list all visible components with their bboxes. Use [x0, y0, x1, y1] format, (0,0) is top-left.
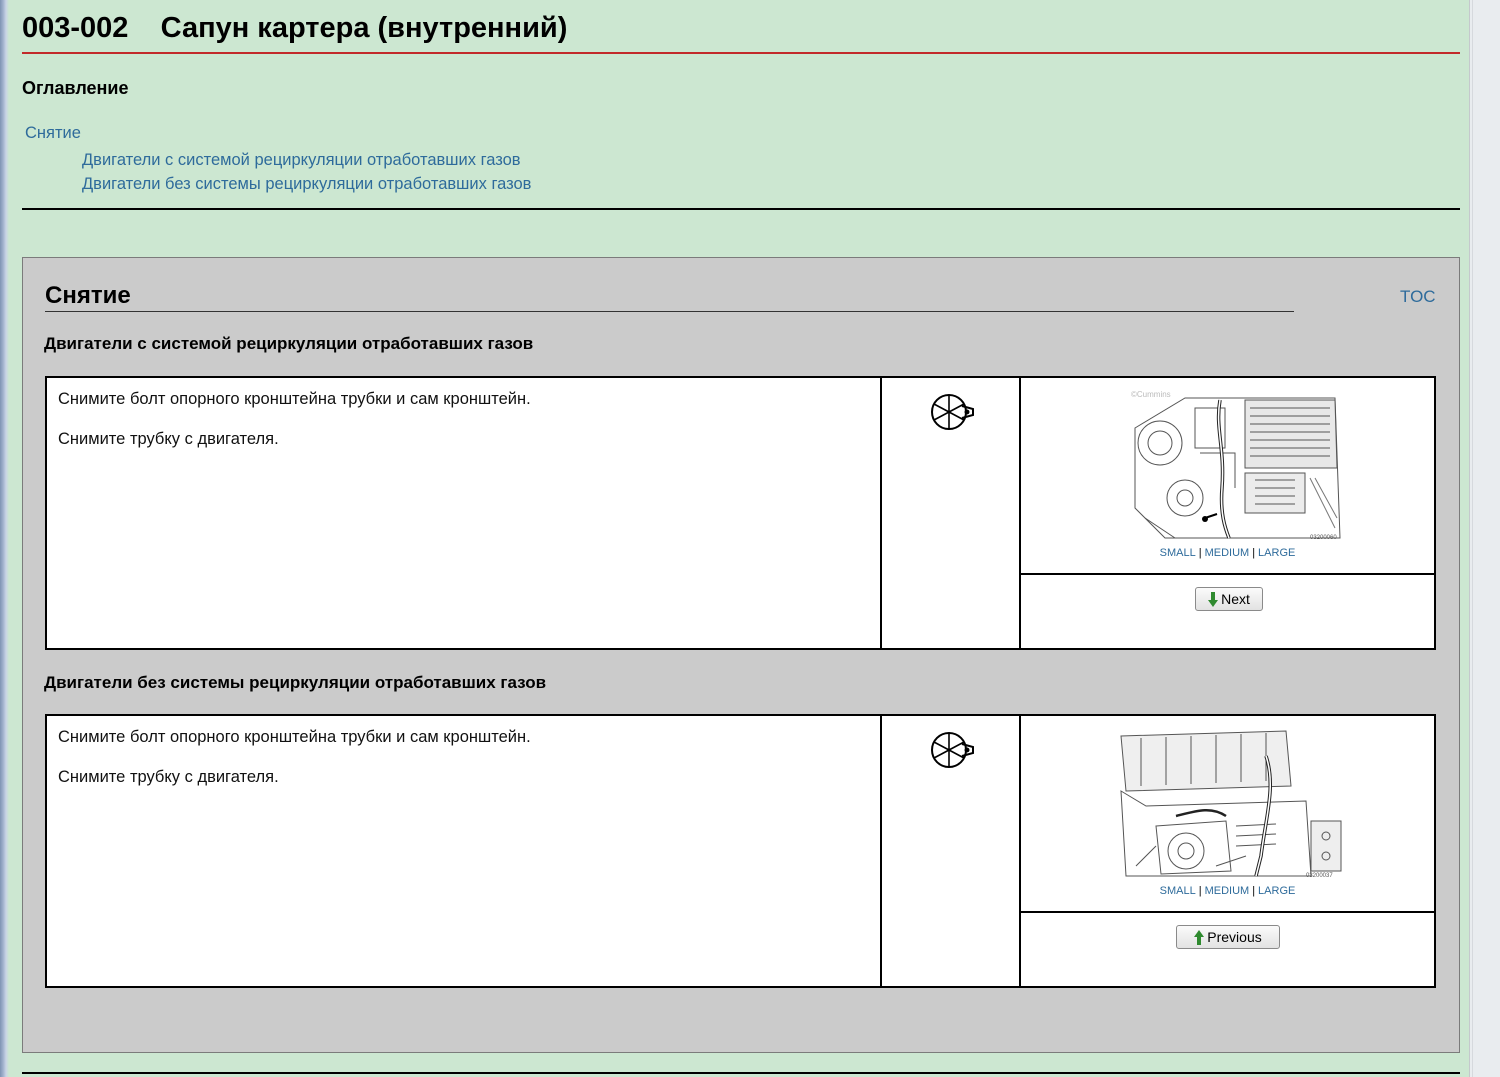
section-title-divider: [45, 311, 1294, 312]
toc-return-link[interactable]: TOC: [1400, 287, 1436, 307]
toc-link-removal[interactable]: Снятие: [25, 124, 81, 143]
wrench-socket-icon: [931, 732, 974, 768]
step-text-cell: Снимите болт опорного кронштейна трубки …: [47, 378, 882, 648]
vertical-scrollbar[interactable]: [1469, 0, 1500, 1077]
toc-link-non-egr-engines[interactable]: Двигатели без системы рециркуляции отраб…: [82, 175, 531, 194]
step-table-non-egr: Снимите болт опорного кронштейна трубки …: [45, 714, 1436, 988]
navigation-cell: Next: [1021, 575, 1434, 648]
step-instruction: Снимите болт опорного кронштейна трубки …: [58, 728, 531, 746]
previous-button-label: Previous: [1207, 929, 1262, 945]
scrollbar-track: [1472, 0, 1473, 1077]
tool-icon-cell: [882, 378, 1021, 648]
bottom-divider: [22, 1072, 1460, 1074]
image-column: 03200037 SMALL | MEDIUM | LARGE Previous: [1021, 716, 1434, 986]
step-instruction: Снимите трубку с двигателя.: [58, 768, 279, 786]
navigation-cell: Previous: [1021, 913, 1434, 986]
illustration-cell: 03200060 ©Cummins SMALL | MEDIUM | LARGE: [1021, 378, 1434, 575]
step-table-egr: Снимите болт опорного кронштейна трубки …: [45, 376, 1436, 650]
tool-icon-cell: [882, 716, 1021, 986]
toc-link-egr-engines[interactable]: Двигатели с системой рециркуляции отрабо…: [82, 151, 521, 170]
wrench-socket-icon: [931, 394, 974, 430]
toc-heading: Оглавление: [22, 78, 129, 98]
next-button-label: Next: [1221, 591, 1250, 607]
image-watermark: ©Cummins: [1131, 390, 1171, 399]
next-button[interactable]: Next: [1195, 587, 1263, 611]
page-title: 003-002 Сапун картера (внутренний): [22, 12, 568, 44]
image-size-links: SMALL | MEDIUM | LARGE: [1159, 547, 1296, 559]
removal-section: Снятие TOC Двигатели с системой рециркул…: [22, 257, 1460, 1053]
image-caption: 03200060: [1310, 535, 1337, 541]
image-column: 03200060 ©Cummins SMALL | MEDIUM | LARGE Nex…: [1021, 378, 1434, 648]
subsection-title-egr: Двигатели с системой рециркуляции отрабо…: [44, 334, 534, 353]
size-small-link[interactable]: SMALL: [1160, 547, 1196, 559]
size-large-link[interactable]: LARGE: [1258, 885, 1295, 897]
subsection-title-non-egr: Двигатели без системы рециркуляции отраб…: [44, 673, 547, 692]
window-left-edge: [0, 0, 9, 1077]
step-text-cell: Снимите болт опорного кронштейна трубки …: [47, 716, 882, 986]
image-size-links: SMALL | MEDIUM | LARGE: [1159, 885, 1296, 897]
toc-divider: [22, 208, 1460, 210]
size-medium-link[interactable]: MEDIUM: [1205, 547, 1250, 559]
size-large-link[interactable]: LARGE: [1258, 547, 1295, 559]
title-divider: [22, 52, 1460, 54]
step-instruction: Снимите трубку с двигателя.: [58, 430, 279, 448]
engine-breather-illustration[interactable]: 03200060 ©Cummins: [1125, 388, 1345, 542]
section-title: Снятие: [45, 282, 131, 309]
arrow-down-icon: [1208, 591, 1219, 607]
arrow-up-icon: [1194, 929, 1205, 945]
image-caption: 03200037: [1306, 873, 1333, 879]
previous-button[interactable]: Previous: [1176, 925, 1280, 949]
engine-breather-illustration[interactable]: 03200037: [1116, 726, 1346, 880]
illustration-cell: 03200037 SMALL | MEDIUM | LARGE: [1021, 716, 1434, 913]
size-small-link[interactable]: SMALL: [1160, 885, 1196, 897]
size-medium-link[interactable]: MEDIUM: [1205, 885, 1250, 897]
step-instruction: Снимите болт опорного кронштейна трубки …: [58, 390, 531, 408]
